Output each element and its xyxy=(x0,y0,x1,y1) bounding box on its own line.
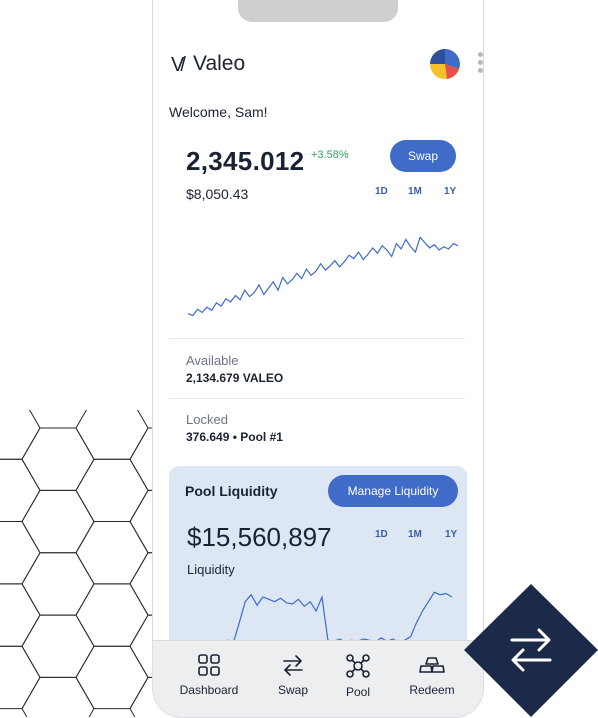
tab-dashboard[interactable]: Dashboard xyxy=(169,653,249,697)
tab-pool[interactable]: Pool xyxy=(318,653,398,699)
avatar[interactable] xyxy=(429,48,461,80)
valeo-logo-icon: V/ xyxy=(171,54,186,76)
pool-subtitle: Liquidity xyxy=(187,562,235,577)
grid-icon xyxy=(198,654,220,676)
bottom-tab-bar: Dashboard Swap Pool Redeem xyxy=(153,640,483,717)
hexagon-shape xyxy=(75,583,149,647)
swap-badge-icon xyxy=(464,584,598,717)
pool-liquidity-chart xyxy=(191,591,453,645)
more-menu-icon[interactable] xyxy=(473,52,483,80)
balance-chart xyxy=(187,236,459,317)
swap-arrows-icon xyxy=(283,655,303,676)
balance-chart-line xyxy=(187,236,459,317)
tab-label: Pool xyxy=(345,685,371,699)
available-value: 2,134.679 VALEO xyxy=(186,371,284,385)
manage-liquidity-button[interactable]: Manage Liquidity xyxy=(328,475,458,507)
app-title: Valeo xyxy=(193,52,246,75)
pool-range-1d[interactable]: 1D xyxy=(375,529,388,540)
hexagon-shape xyxy=(21,489,95,554)
hexagon-shape xyxy=(21,614,95,678)
tab-label: Redeem xyxy=(409,683,455,697)
app-header: V/ Valeo xyxy=(171,48,483,80)
hexagon-shape xyxy=(21,552,95,616)
hexagon-shape xyxy=(75,521,149,585)
divider xyxy=(169,398,465,399)
hexagon-shape xyxy=(75,645,149,710)
hexagon-shape xyxy=(0,458,41,522)
pool-title: Pool Liquidity xyxy=(185,483,278,499)
pool-nodes-icon xyxy=(346,654,370,678)
pool-chart-line xyxy=(191,591,453,645)
swap-button[interactable]: Swap xyxy=(390,140,456,172)
divider xyxy=(169,338,465,339)
phone-frame: V/ Valeo Welcome, Sam! 2,345.012 +3.58% … xyxy=(152,0,484,718)
hexagon-shape xyxy=(0,410,41,460)
hexagon-shape xyxy=(75,458,149,522)
hexagon-shape xyxy=(0,521,41,585)
hexagon-shape xyxy=(21,676,95,717)
hexagon-shape xyxy=(75,410,149,460)
available-label: Available xyxy=(186,353,239,368)
welcome-message: Welcome, Sam! xyxy=(169,104,268,120)
tab-label: Dashboard xyxy=(179,683,239,697)
hexagon-shape xyxy=(21,427,95,491)
pool-range-1y[interactable]: 1Y xyxy=(445,529,457,540)
pool-range-1m[interactable]: 1M xyxy=(408,529,422,540)
range-1y[interactable]: 1Y xyxy=(444,186,456,197)
tab-redeem[interactable]: Redeem xyxy=(392,653,472,697)
hexagon-shape xyxy=(0,645,41,710)
balance-change: +3.58% xyxy=(311,149,349,161)
pool-amount: $15,560,897 xyxy=(187,522,332,552)
range-1d[interactable]: 1D xyxy=(375,186,388,197)
locked-label: Locked xyxy=(186,412,228,427)
phone-notch xyxy=(238,0,398,22)
hexagon-shape xyxy=(0,583,41,647)
range-1m[interactable]: 1M xyxy=(408,186,422,197)
fiat-balance: $8,050.43 xyxy=(186,186,249,202)
token-balance: 2,345.012 xyxy=(186,146,305,176)
gold-bars-icon xyxy=(419,657,445,673)
locked-value: 376.649 • Pool #1 xyxy=(186,430,283,444)
